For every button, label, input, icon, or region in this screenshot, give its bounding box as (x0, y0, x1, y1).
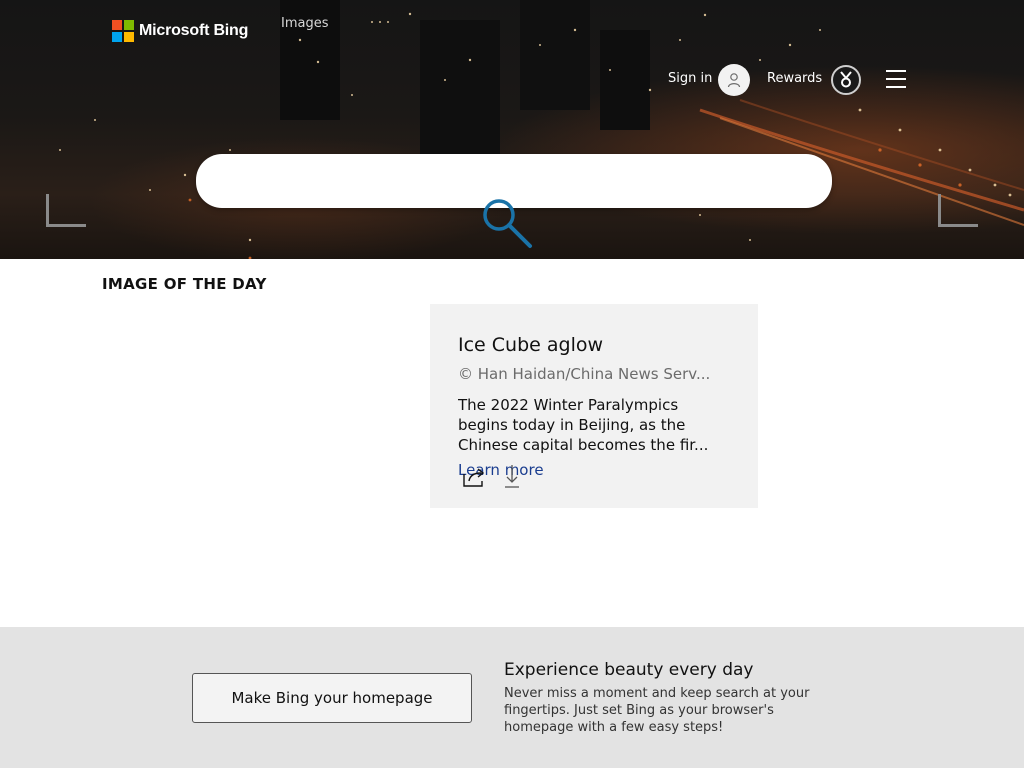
card-description-line: Chinese capital becomes the fir... (458, 436, 709, 454)
share-icon[interactable] (462, 466, 488, 488)
card-description: The 2022 Winter Paralympics begins today… (458, 395, 730, 455)
microsoft-logo-icon (112, 20, 134, 42)
card-description-line: The 2022 Winter Paralympics (458, 396, 679, 414)
nav-images-link[interactable]: Images (281, 16, 329, 31)
card-description-line: begins today in Beijing, as the (458, 416, 686, 434)
card-copyright: © Han Haidan/China News Serv... (458, 365, 711, 383)
image-of-the-day-heading: IMAGE OF THE DAY (102, 275, 267, 293)
person-glyph (727, 73, 741, 88)
carousel-prev-corner[interactable] (46, 194, 86, 227)
bing-logo[interactable]: Microsoft Bing (112, 20, 248, 42)
logo-square-blue (112, 32, 122, 42)
logo-square-yellow (124, 32, 134, 42)
person-icon[interactable] (718, 64, 750, 96)
logo-text: Microsoft Bing (139, 22, 249, 39)
banner-title: Experience beauty every day (504, 660, 754, 680)
search-icon[interactable] (478, 195, 534, 251)
card-title[interactable]: Ice Cube aglow (458, 334, 603, 356)
sign-in-link[interactable]: Sign in (668, 71, 712, 86)
logo-square-red (112, 20, 122, 30)
hamburger-menu-icon[interactable] (884, 70, 908, 88)
image-of-the-day-card: Ice Cube aglow © Han Haidan/China News S… (430, 304, 758, 508)
carousel-next-corner[interactable] (938, 194, 978, 227)
banner-text: Never miss a moment and keep search at y… (504, 686, 810, 735)
logo-square-green (124, 20, 134, 30)
hero-background: Microsoft Bing Images Sign in Rewards (0, 0, 1024, 259)
download-icon[interactable] (504, 464, 522, 490)
medal-glyph (840, 71, 852, 88)
make-homepage-button[interactable]: Make Bing your homepage (192, 673, 472, 723)
homepage-banner: Make Bing your homepage Experience beaut… (0, 627, 1024, 768)
rewards-link[interactable]: Rewards (767, 71, 822, 86)
medal-icon[interactable] (831, 65, 861, 95)
